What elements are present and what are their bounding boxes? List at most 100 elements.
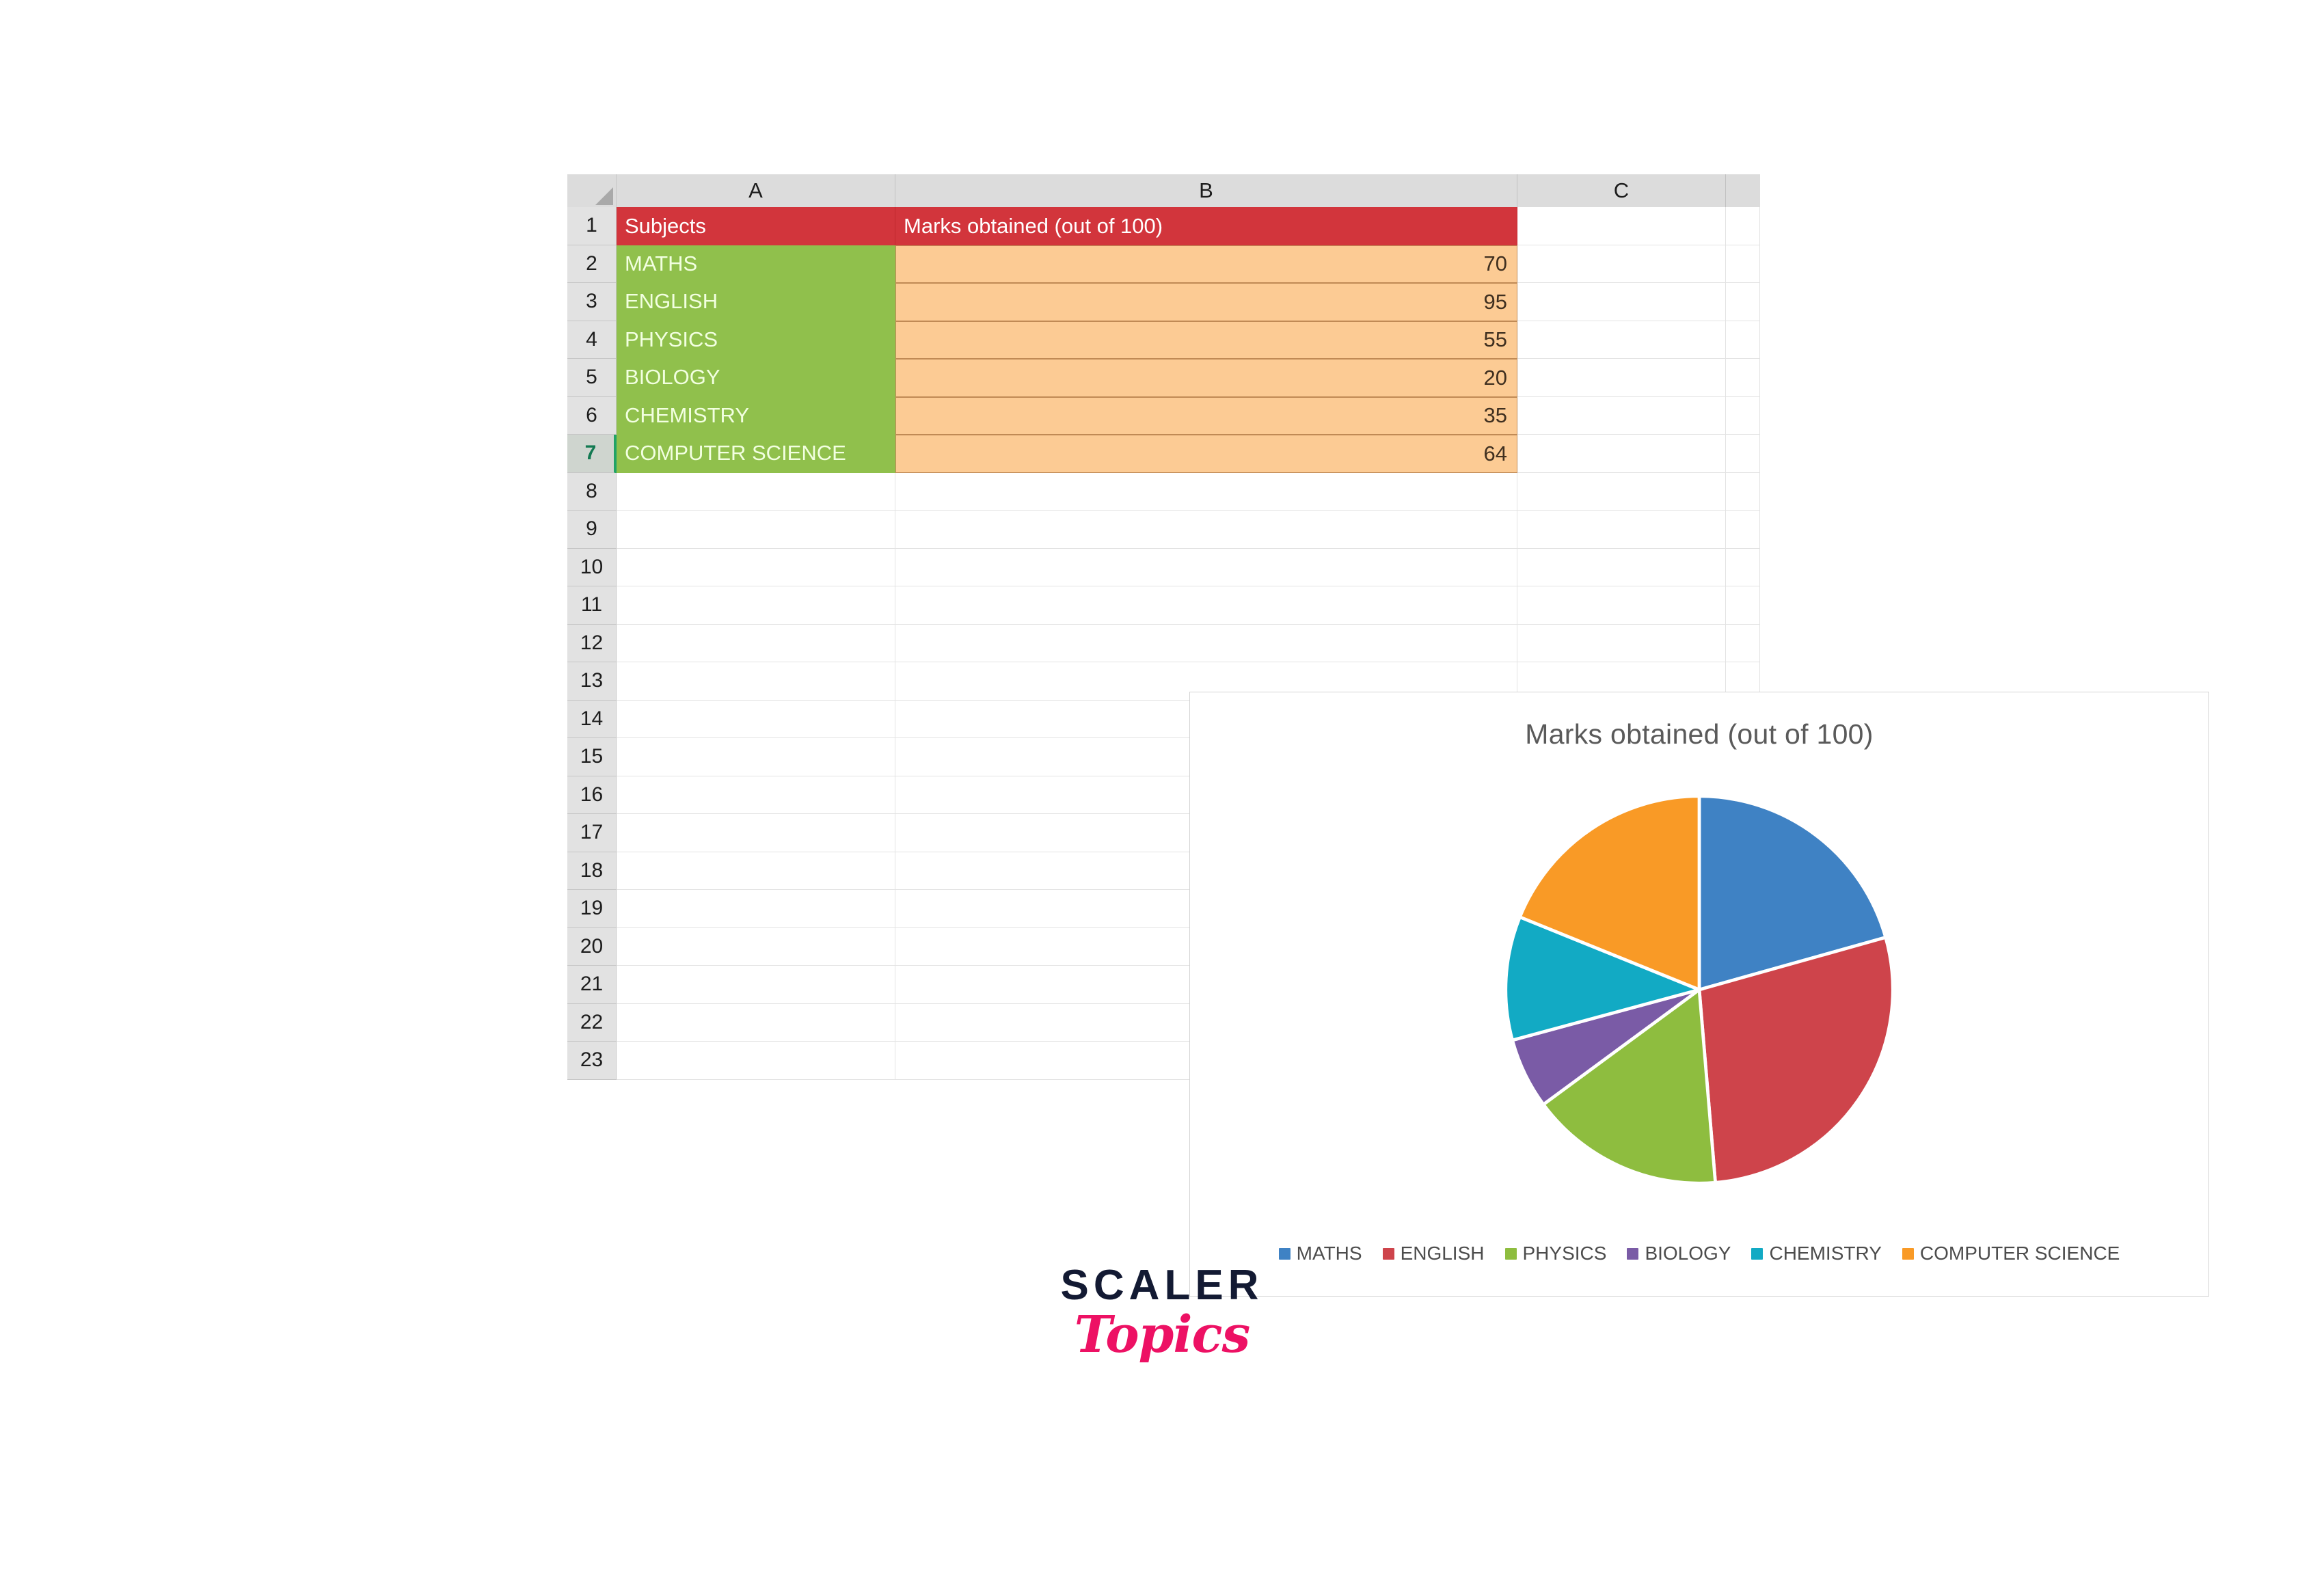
column-header-a[interactable]: A	[617, 174, 895, 207]
grid-cell-A19[interactable]	[617, 890, 895, 928]
grid-cell-A11[interactable]	[617, 586, 895, 625]
grid-cell-C1[interactable]	[1517, 207, 1726, 245]
grid-cell-C2[interactable]	[1517, 245, 1726, 283]
grid-cell-B9[interactable]	[895, 511, 1517, 549]
grid-cell-D9[interactable]	[1726, 511, 1760, 549]
cell-a1-subjects-header[interactable]: Subjects	[617, 207, 895, 245]
grid-cell-D7[interactable]	[1726, 435, 1760, 473]
grid-cell-C3[interactable]	[1517, 283, 1726, 321]
cell-b5-mark[interactable]: 20	[895, 359, 1517, 397]
grid-cell-D1[interactable]	[1726, 207, 1760, 245]
grid-cell-C9[interactable]	[1517, 511, 1726, 549]
legend-item-maths[interactable]: MATHS	[1278, 1243, 1362, 1264]
grid-cell-D10[interactable]	[1726, 548, 1760, 586]
grid-cell-A12[interactable]	[617, 624, 895, 662]
grid-cell-C11[interactable]	[1517, 586, 1726, 625]
grid-cell-C6[interactable]	[1517, 396, 1726, 435]
row-header-9[interactable]: 9	[567, 511, 617, 549]
cell-a5-subject[interactable]: BIOLOGY	[617, 359, 895, 397]
row-header-3[interactable]: 3	[567, 283, 617, 321]
grid-cell-D12[interactable]	[1726, 624, 1760, 662]
cell-b6-mark[interactable]: 35	[895, 396, 1517, 435]
grid-cell-C12[interactable]	[1517, 624, 1726, 662]
row-header-22[interactable]: 22	[567, 1003, 617, 1042]
column-header-b[interactable]: B	[895, 174, 1517, 207]
row-header-23[interactable]: 23	[567, 1042, 617, 1080]
grid-cell-A17[interactable]	[617, 814, 895, 852]
cell-a6-subject[interactable]: CHEMISTRY	[617, 396, 895, 435]
legend-swatch-icon	[1902, 1247, 1914, 1260]
row-header-21[interactable]: 21	[567, 966, 617, 1004]
cell-a7-subject[interactable]: COMPUTER SCIENCE	[617, 435, 895, 473]
grid-cell-D4[interactable]	[1726, 321, 1760, 359]
grid-cell-A21[interactable]	[617, 966, 895, 1004]
grid-cell-B8[interactable]	[895, 472, 1517, 511]
legend-swatch-icon	[1627, 1247, 1639, 1260]
row-header-6[interactable]: 6	[567, 396, 617, 435]
grid-cell-A8[interactable]	[617, 472, 895, 511]
select-all-corner[interactable]	[567, 174, 617, 207]
cell-b2-mark[interactable]: 70	[895, 245, 1517, 283]
column-header-d[interactable]	[1726, 174, 1760, 207]
grid-cell-A10[interactable]	[617, 548, 895, 586]
grid-cell-C5[interactable]	[1517, 359, 1726, 397]
cell-a4-subject[interactable]: PHYSICS	[617, 321, 895, 359]
logo-wordmark-scaler: SCALER	[1060, 1262, 1264, 1309]
row-header-14[interactable]: 14	[567, 700, 617, 738]
grid-cell-D6[interactable]	[1726, 396, 1760, 435]
grid-cell-A18[interactable]	[617, 852, 895, 890]
grid-cell-D11[interactable]	[1726, 586, 1760, 625]
grid-cell-B12[interactable]	[895, 624, 1517, 662]
legend-swatch-icon	[1504, 1247, 1517, 1260]
grid-cell-C4[interactable]	[1517, 321, 1726, 359]
row-header-16[interactable]: 16	[567, 776, 617, 814]
row-header-1[interactable]: 1	[567, 207, 617, 245]
grid-cell-A22[interactable]	[617, 1003, 895, 1042]
legend-swatch-icon	[1278, 1247, 1291, 1260]
grid-cell-A15[interactable]	[617, 738, 895, 776]
row-header-18[interactable]: 18	[567, 852, 617, 890]
grid-cell-C8[interactable]	[1517, 472, 1726, 511]
column-header-c[interactable]: C	[1517, 174, 1726, 207]
legend-item-chemistry[interactable]: CHEMISTRY	[1751, 1243, 1882, 1264]
grid-cell-D5[interactable]	[1726, 359, 1760, 397]
grid-cell-A9[interactable]	[617, 511, 895, 549]
legend-item-computer-science[interactable]: COMPUTER SCIENCE	[1902, 1243, 2120, 1264]
row-header-17[interactable]: 17	[567, 814, 617, 852]
row-header-15[interactable]: 15	[567, 738, 617, 776]
cell-b7-mark[interactable]: 64	[895, 435, 1517, 473]
grid-cell-D3[interactable]	[1726, 283, 1760, 321]
legend-label: ENGLISH	[1400, 1243, 1485, 1264]
row-header-20[interactable]: 20	[567, 927, 617, 966]
grid-cell-A23[interactable]	[617, 1042, 895, 1080]
row-header-19[interactable]: 19	[567, 890, 617, 928]
row-header-13[interactable]: 13	[567, 662, 617, 701]
legend-item-biology[interactable]: BIOLOGY	[1627, 1243, 1731, 1264]
grid-cell-A20[interactable]	[617, 927, 895, 966]
pie-chart-object[interactable]: Marks obtained (out of 100) MATHS ENGLISH…	[1189, 692, 2209, 1297]
row-header-8[interactable]: 8	[567, 472, 617, 511]
cell-a3-subject[interactable]: ENGLISH	[617, 283, 895, 321]
cell-b1-marks-header[interactable]: Marks obtained (out of 100)	[895, 207, 1517, 245]
row-header-2[interactable]: 2	[567, 245, 617, 283]
legend-item-english[interactable]: ENGLISH	[1382, 1243, 1485, 1264]
row-header-10[interactable]: 10	[567, 548, 617, 586]
row-header-7[interactable]: 7	[567, 435, 617, 473]
grid-cell-C7[interactable]	[1517, 435, 1726, 473]
row-header-11[interactable]: 11	[567, 586, 617, 625]
row-header-12[interactable]: 12	[567, 624, 617, 662]
grid-cell-C10[interactable]	[1517, 548, 1726, 586]
legend-item-physics[interactable]: PHYSICS	[1504, 1243, 1606, 1264]
row-header-4[interactable]: 4	[567, 321, 617, 359]
grid-cell-D8[interactable]	[1726, 472, 1760, 511]
grid-cell-B10[interactable]	[895, 548, 1517, 586]
grid-cell-A13[interactable]	[617, 662, 895, 701]
cell-a2-subject[interactable]: MATHS	[617, 245, 895, 283]
grid-cell-D2[interactable]	[1726, 245, 1760, 283]
row-header-5[interactable]: 5	[567, 359, 617, 397]
cell-b3-mark[interactable]: 95	[895, 283, 1517, 321]
grid-cell-A14[interactable]	[617, 700, 895, 738]
grid-cell-A16[interactable]	[617, 776, 895, 814]
cell-b4-mark[interactable]: 55	[895, 321, 1517, 359]
grid-cell-B11[interactable]	[895, 586, 1517, 625]
